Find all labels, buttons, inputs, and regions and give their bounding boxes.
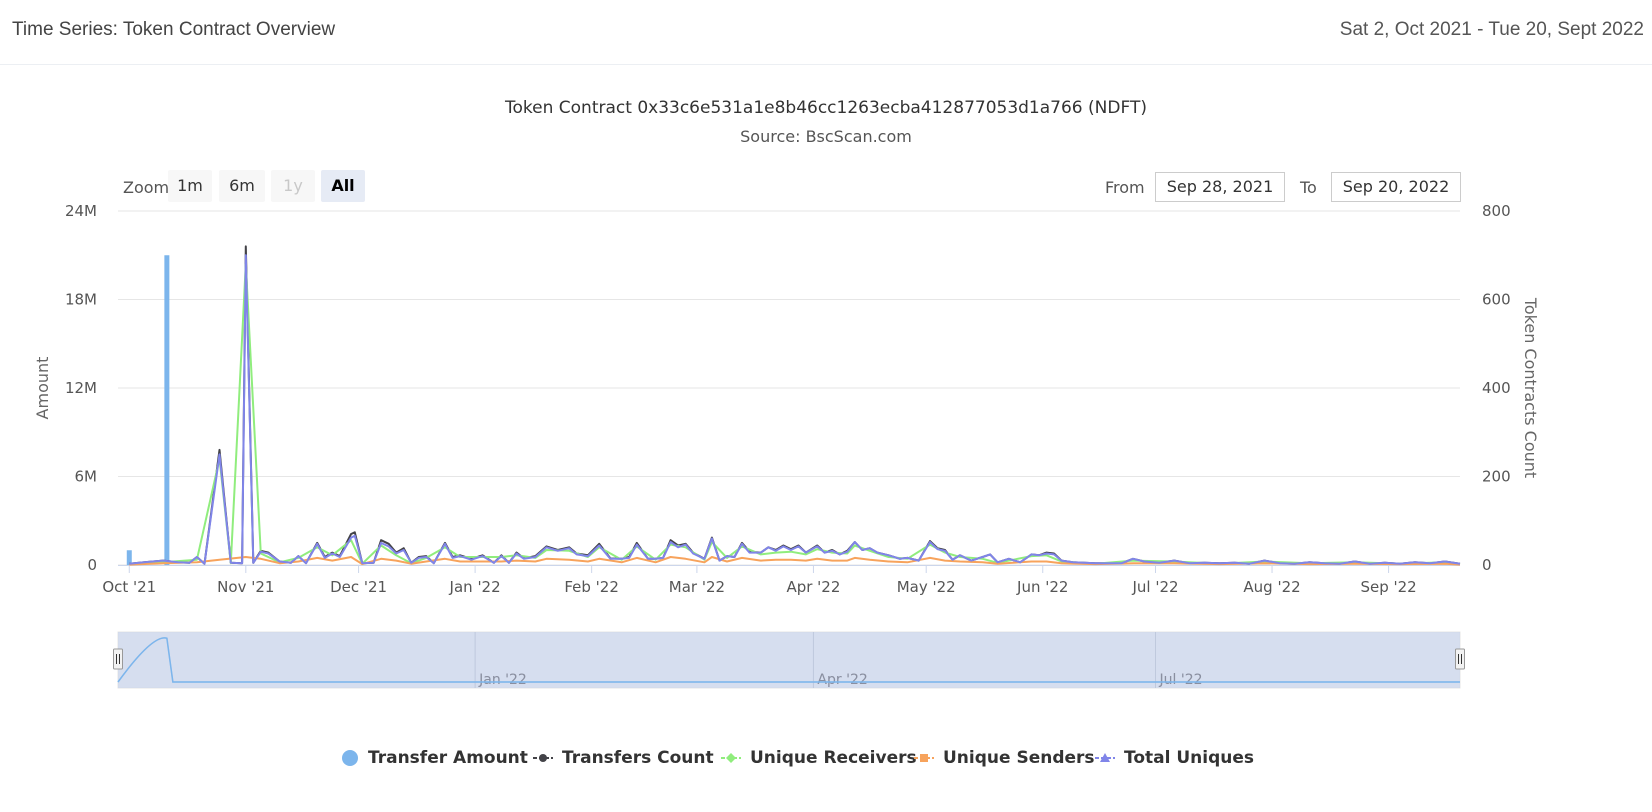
y-right-axis-title: Token Contracts Count: [1521, 297, 1540, 478]
legend-item-unique-receivers[interactable]: Unique Receivers: [720, 744, 917, 772]
chart-canvas: 0 6M 12M 18M 24M Amount 0 200 400 600 800 Token Co…: [33, 202, 1540, 689]
plot-series: [126, 245, 1461, 566]
navigator-tick-label: Apr '22: [817, 672, 867, 688]
legend-line-diamond-icon: [721, 753, 741, 763]
x-tick-label: Dec '21: [330, 578, 387, 596]
legend-label: Unique Receivers: [750, 748, 917, 768]
x-axis: Oct '21 Nov '21 Dec '21 Jan '22 Feb '22 Mar '…: [102, 565, 1460, 596]
y-left-tick-label: 6M: [75, 468, 98, 486]
x-tick-label: Mar '22: [669, 578, 725, 596]
y-left-tick-label: 18M: [65, 291, 97, 309]
x-tick-label: Jul '22: [1131, 578, 1178, 596]
y-left-tick-label: 24M: [65, 202, 97, 220]
legend-item-transfer-amount[interactable]: Transfer Amount: [340, 744, 528, 772]
left-y-axis: 0 6M 12M 18M 24M Amount: [33, 202, 97, 574]
navigator-tick-label: Jul '22: [1159, 672, 1203, 688]
legend-item-transfers-count[interactable]: Transfers Count: [532, 744, 714, 772]
x-tick-label: May '22: [897, 578, 956, 596]
y-left-tick-label: 0: [87, 556, 97, 574]
legend-label: Transfers Count: [562, 748, 714, 768]
x-tick-label: Jun '22: [1016, 578, 1068, 596]
x-tick-label: Aug '22: [1243, 578, 1300, 596]
x-tick-label: Oct '21: [102, 578, 156, 596]
handle-body: [1455, 648, 1465, 670]
navigator-selection-mask[interactable]: [118, 632, 1460, 688]
legend-label: Transfer Amount: [368, 748, 528, 768]
navigator-tick-label: Jan '22: [478, 672, 527, 688]
legend-circle-icon: [342, 750, 358, 766]
right-y-axis: 0 200 400 600 800 Token Contracts Count: [1482, 202, 1540, 574]
handle-body: [113, 648, 123, 670]
series-line-unique-receivers[interactable]: [129, 263, 1461, 566]
y-right-tick-label: 0: [1482, 556, 1492, 574]
navigator[interactable]: Jan '22Apr '22Jul '22Jan '22Apr '22Jul '…: [113, 631, 1465, 689]
y-right-tick-label: 800: [1482, 202, 1511, 220]
navigator-left-handle[interactable]: [113, 648, 123, 670]
legend-label: Total Uniques: [1124, 748, 1255, 768]
legend-item-unique-senders[interactable]: Unique Senders: [913, 744, 1095, 772]
y-right-tick-label: 400: [1482, 379, 1511, 397]
bar-transfer-amount[interactable]: [164, 255, 170, 565]
legend-line-square-icon: [914, 754, 934, 762]
series-line-transfers-count[interactable]: [129, 245, 1461, 565]
x-tick-label: Nov '21: [217, 578, 274, 596]
y-left-axis-title: Amount: [33, 357, 52, 420]
x-tick-label: Sep '22: [1360, 578, 1416, 596]
legend-line-triangle-icon: [1095, 753, 1115, 762]
navigator-right-handle[interactable]: [1455, 648, 1465, 670]
legend-item-total-uniques[interactable]: Total Uniques: [1094, 744, 1254, 772]
legend: Transfer Amount Transfers Count Unique R…: [0, 744, 1652, 774]
series-line-total-uniques[interactable]: [129, 254, 1461, 565]
legend-label: Unique Senders: [943, 748, 1095, 768]
y-right-tick-label: 200: [1482, 468, 1511, 486]
x-tick-label: Apr '22: [786, 578, 840, 596]
x-tick-label: Feb '22: [564, 578, 619, 596]
y-right-tick-label: 600: [1482, 291, 1511, 309]
gridlines: [118, 210, 1460, 566]
x-tick-label: Jan '22: [449, 578, 501, 596]
legend-line-circle-icon: [533, 754, 553, 762]
y-left-tick-label: 12M: [65, 379, 97, 397]
